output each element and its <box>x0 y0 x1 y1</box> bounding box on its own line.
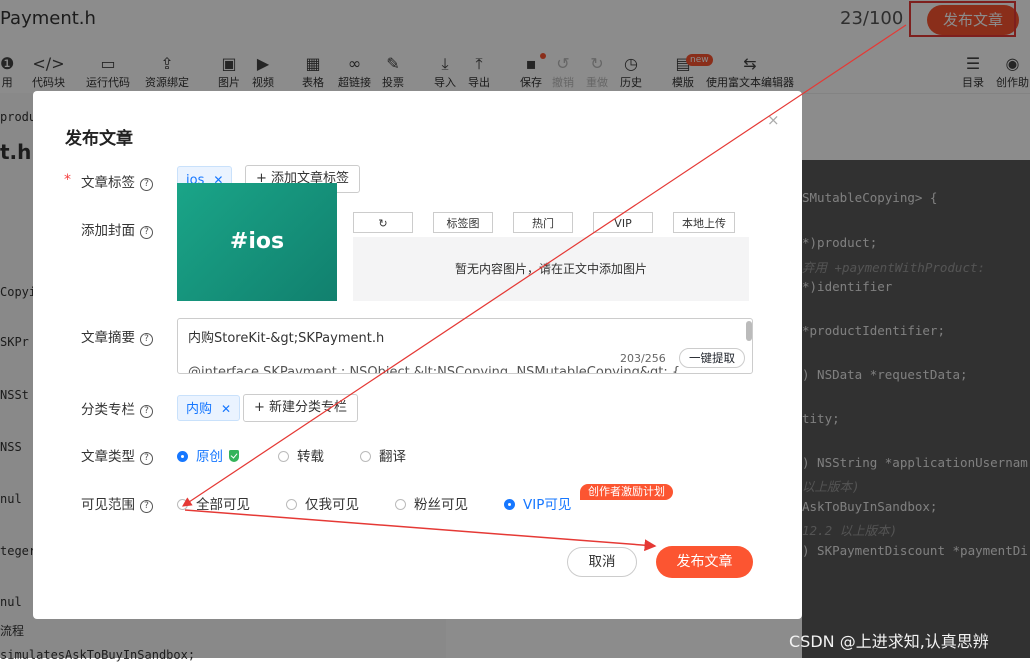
cover-label: 添加封面? <box>81 219 153 239</box>
close-icon[interactable]: × <box>767 111 780 129</box>
radio-repost[interactable]: 转载 <box>278 445 324 465</box>
remove-icon[interactable]: ✕ <box>221 402 231 416</box>
radio-original[interactable]: 原创 <box>177 445 239 465</box>
help-icon[interactable]: ? <box>140 500 153 513</box>
radio-visible-self[interactable]: 仅我可见 <box>286 493 359 513</box>
cover-empty-message: 暂无内容图片，请在正文中添加图片 <box>353 237 749 301</box>
radio-dot <box>360 451 371 462</box>
new-column-button[interactable]: + 新建分类专栏 <box>243 394 359 422</box>
radio-visible-all[interactable]: 全部可见 <box>177 493 250 513</box>
cover-image[interactable]: #ios <box>177 183 337 301</box>
cover-tab-local-upload[interactable]: 本地上传 <box>673 212 735 233</box>
abstract-textarea[interactable]: 内购StoreKit-&gt;SKPayment.h @interface SK… <box>177 318 753 374</box>
watermark: CSDN @上进求知,认真思辨 <box>789 632 989 651</box>
help-icon[interactable]: ? <box>140 405 153 418</box>
radio-visible-fans[interactable]: 粉丝可见 <box>395 493 468 513</box>
radio-dot <box>504 499 515 510</box>
visibility-label: 可见范围? <box>81 493 153 513</box>
cover-tab-popular[interactable]: 热门 <box>513 212 573 233</box>
radio-dot <box>177 499 188 510</box>
radio-dot <box>395 499 406 510</box>
publish-dialog: 发布文章 × * 文章标签? ios ✕ + 添加文章标签 添加封面? #ios … <box>33 91 802 619</box>
abstract-line: 内购StoreKit-&gt;SKPayment.h <box>188 331 385 346</box>
column-chip: 内购 ✕ <box>177 395 241 421</box>
radio-dot <box>177 451 188 462</box>
abstract-char-count: 203/256 <box>620 352 666 365</box>
help-icon[interactable]: ? <box>140 178 153 191</box>
radio-visible-vip[interactable]: VIP可见 <box>504 493 571 513</box>
radio-dot <box>278 451 289 462</box>
help-icon[interactable]: ? <box>140 226 153 239</box>
help-icon[interactable]: ? <box>140 333 153 346</box>
radio-dot <box>286 499 297 510</box>
dialog-title: 发布文章 <box>65 129 133 149</box>
radio-translation[interactable]: 翻译 <box>360 445 406 465</box>
scrollbar[interactable] <box>746 321 752 341</box>
help-icon[interactable]: ? <box>140 452 153 465</box>
refresh-icon[interactable]: ↻ <box>353 212 413 233</box>
column-label: 分类专栏? <box>81 398 153 418</box>
creator-incentive-badge[interactable]: 创作者激励计划 <box>580 484 673 500</box>
cancel-button[interactable]: 取消 <box>567 547 637 577</box>
cover-tab-tag-image[interactable]: 标签图 <box>433 212 493 233</box>
auto-extract-button[interactable]: 一键提取 <box>679 348 745 368</box>
cover-tab-vip[interactable]: VIP <box>593 212 653 233</box>
abstract-line: @interface SKPayment : NSObject &lt;NSCo… <box>188 365 681 374</box>
confirm-publish-button[interactable]: 发布文章 <box>656 546 753 578</box>
abstract-label: 文章摘要? <box>81 326 153 346</box>
tags-label: 文章标签? <box>81 171 153 191</box>
shield-check-icon <box>229 450 239 462</box>
type-label: 文章类型? <box>81 445 153 465</box>
required-marker: * <box>64 172 71 188</box>
